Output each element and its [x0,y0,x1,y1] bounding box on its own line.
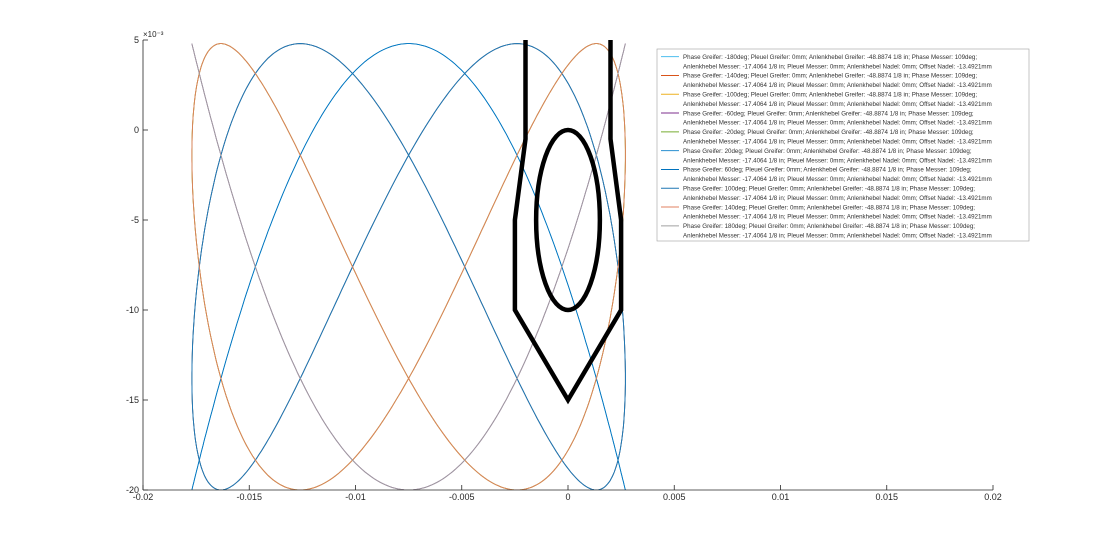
legend-label: Anlenkhebel Messer: -17.4064 1/8 in; Ple… [683,195,992,202]
y-tick-label: -15 [126,395,139,405]
series-line [191,43,626,490]
legend-label: Phase Greifer: 100deg; Pleuel Greifer: 0… [683,186,975,193]
series-line [191,43,626,490]
legend-label: Phase Greifer: -60deg; Pleuel Greifer: 0… [683,110,974,117]
needle-eye [533,127,603,313]
legend-label: Phase Greifer: 180deg; Pleuel Greifer: 0… [683,223,975,230]
y-tick-label: -5 [131,215,139,225]
legend-label: Anlenkhebel Messer: -17.4064 1/8 in; Ple… [683,157,992,164]
legend-label: Phase Greifer: -180deg; Pleuel Greifer: … [683,54,977,61]
needle-outline [512,40,624,405]
legend: Phase Greifer: -180deg; Pleuel Greifer: … [656,48,1030,242]
legend-label: Anlenkhebel Messer: -17.4064 1/8 in; Ple… [683,63,992,70]
x-tick-label: -0.015 [236,492,262,502]
series-line [191,43,626,490]
legend-label: Anlenkhebel Messer: -17.4064 1/8 in; Ple… [683,101,992,108]
y-tick-label: -10 [126,305,139,315]
legend-label: Anlenkhebel Messer: -17.4064 1/8 in; Ple… [683,82,992,89]
x-tick-label: -0.01 [345,492,366,502]
x-tick-label: -0.005 [449,492,475,502]
series-line [191,43,626,490]
needle-overlay [512,40,624,405]
y-tick-label: 0 [134,125,139,135]
series-line [191,43,626,490]
legend-label: Phase Greifer: -100deg; Pleuel Greifer: … [683,92,977,99]
legend-label: Anlenkhebel Messer: -17.4064 1/8 in; Ple… [683,214,992,221]
x-tick-label: 0.015 [875,492,898,502]
y-tick-label: -20 [126,485,139,495]
x-tick-label: 0.01 [772,492,790,502]
legend-label: Phase Greifer: -20deg; Pleuel Greifer: 0… [683,129,974,136]
x-tick-label: 0.02 [984,492,1002,502]
legend-label: Anlenkhebel Messer: -17.4064 1/8 in; Ple… [683,139,992,146]
legend-label: Anlenkhebel Messer: -17.4064 1/8 in; Ple… [683,233,992,240]
series-line [191,43,626,490]
series-line [191,43,626,490]
x-tick-label: 0.005 [663,492,686,502]
y-tick-label: 5 [134,35,139,45]
series-line [191,43,626,490]
x-tick-label: 0 [565,492,570,502]
legend-label: Phase Greifer: 140deg; Pleuel Greifer: 0… [683,204,975,211]
legend-label: Phase Greifer: 20deg; Pleuel Greifer: 0m… [683,148,972,155]
chart-canvas: -0.02 -0.015 -0.01 -0.005 0 0.005 0.01 0.015 0.0… [126,30,1030,502]
y-exponent-label: ×10⁻³ [143,30,164,39]
series-line [191,43,626,490]
legend-label: Phase Greifer: 60deg; Pleuel Greifer: 0m… [683,167,972,174]
legend-label: Anlenkhebel Messer: -17.4064 1/8 in; Ple… [683,120,992,127]
legend-label: Phase Greifer: -140deg; Pleuel Greifer: … [683,73,977,80]
series-line [191,43,626,490]
series-curves [191,43,626,490]
legend-label: Anlenkhebel Messer: -17.4064 1/8 in; Ple… [683,176,992,183]
